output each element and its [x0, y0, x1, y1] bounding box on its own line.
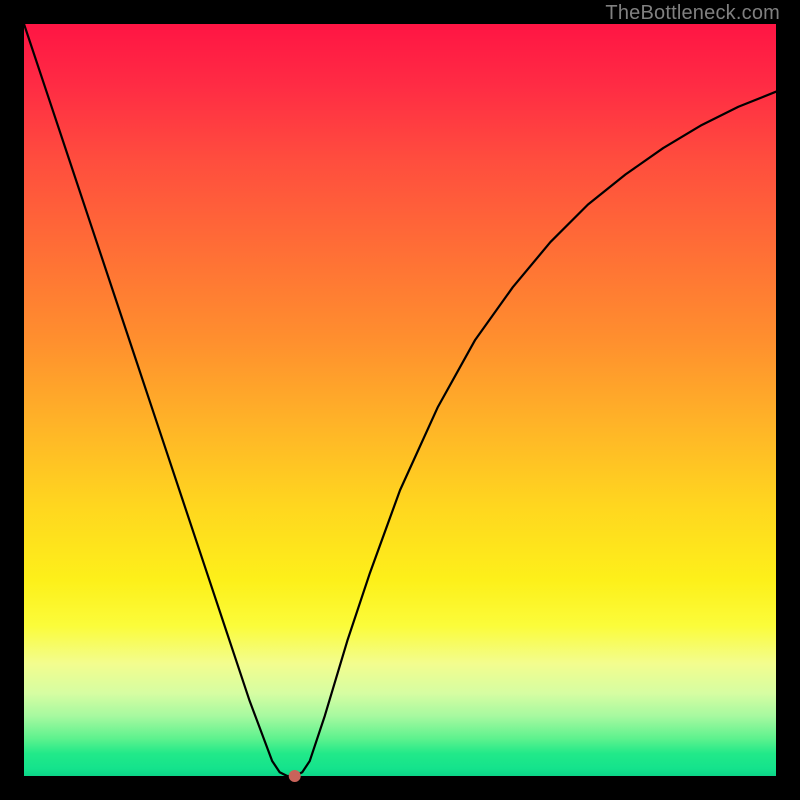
watermark-text: TheBottleneck.com: [605, 2, 780, 25]
chart-plot-area: [24, 24, 776, 776]
bottleneck-curve: [24, 24, 776, 776]
bottleneck-curve-svg: [24, 24, 776, 776]
minimum-marker-dot: [289, 770, 301, 782]
chart-frame: TheBottleneck.com: [0, 0, 800, 800]
